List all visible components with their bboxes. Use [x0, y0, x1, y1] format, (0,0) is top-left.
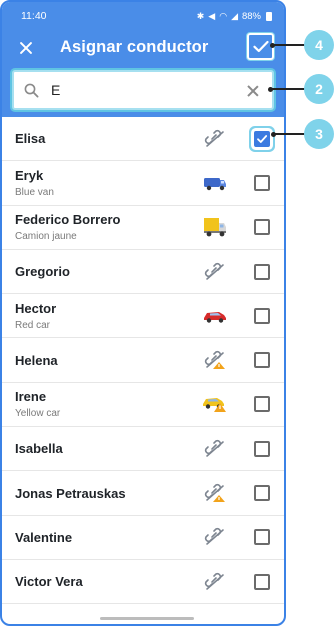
driver-checkbox[interactable]: [254, 219, 270, 236]
mute-icon: ◀: [208, 10, 216, 21]
driver-row[interactable]: Gregorio: [2, 250, 284, 295]
link-off-warning-icon: [202, 483, 228, 503]
driver-text: Elisa: [15, 131, 45, 146]
driver-text: Gregorio: [15, 264, 70, 279]
phone-frame: 11:40 ✱ ◀ ◠ ◢ 88% Asignar conductor E El…: [0, 0, 286, 626]
driver-row[interactable]: Valentine: [2, 516, 284, 560]
driver-checkbox[interactable]: [254, 396, 270, 413]
clear-search-icon[interactable]: [246, 84, 260, 98]
driver-text: Hector Red car: [15, 301, 56, 331]
driver-row[interactable]: Jonas Petrauskas: [2, 471, 284, 516]
driver-checkbox[interactable]: [254, 174, 270, 191]
driver-text: Helena: [15, 353, 58, 368]
driver-row[interactable]: Federico Borrero Camion jaune: [2, 206, 284, 250]
driver-text: Jonas Petrauskas: [15, 486, 126, 501]
driver-name: Eryk: [15, 167, 44, 183]
callout-leader-dot-3: [271, 131, 276, 137]
status-bar: 11:40 ✱ ◀ ◠ ◢ 88%: [2, 2, 284, 30]
yellow-truck-icon: [202, 217, 228, 237]
driver-name: Elisa: [15, 131, 46, 147]
callout-leader-dot-2: [268, 86, 273, 92]
driver-name: Victor Vera: [15, 574, 83, 590]
status-time: 11:40: [21, 10, 47, 22]
search-input[interactable]: [51, 82, 221, 98]
driver-row[interactable]: Helena: [2, 338, 284, 383]
link-off-icon: [202, 129, 228, 149]
driver-name: Jonas Petrauskas: [15, 485, 126, 501]
driver-name: Hector: [15, 300, 57, 316]
driver-list: Elisa Eryk Blue van Federico Borrero Camion …: [2, 117, 284, 605]
vehicle-name: Yellow car: [15, 408, 61, 420]
close-icon[interactable]: [18, 40, 34, 56]
search-icon: [24, 83, 39, 97]
vehicle-name: Camion jaune: [15, 231, 77, 243]
driver-text: Eryk Blue van: [15, 168, 54, 198]
callout-leader-4: [272, 44, 306, 46]
driver-checkbox[interactable]: [254, 263, 270, 280]
battery-icon: [266, 11, 272, 21]
callout-leader-3: [273, 133, 306, 135]
callout-4: 4: [304, 30, 334, 60]
status-icons: ✱ ◀ ◠ ◢ 88%: [197, 11, 272, 22]
vehicle-name: Red car: [15, 319, 51, 331]
app-bar: Asignar conductor: [2, 30, 284, 65]
driver-name: Gregorio: [15, 264, 70, 280]
driver-name: Irene: [15, 389, 47, 405]
callout-3: 3: [304, 119, 334, 149]
driver-text: Victor Vera: [15, 574, 83, 589]
home-indicator[interactable]: [100, 617, 194, 620]
red-car-icon: [202, 306, 228, 326]
wifi-icon: ◠: [219, 10, 228, 21]
driver-row[interactable]: Victor Vera: [2, 560, 284, 605]
driver-row[interactable]: Elisa: [2, 117, 284, 162]
link-off-warning-icon: [202, 350, 228, 370]
driver-row[interactable]: Hector Red car: [2, 294, 284, 339]
link-off-icon: [202, 262, 228, 282]
check-icon: [252, 40, 269, 53]
driver-row[interactable]: Irene Yellow car: [2, 383, 284, 428]
callout-leader-dot-4: [270, 42, 275, 48]
driver-name: Valentine: [15, 529, 73, 545]
driver-checkbox[interactable]: [254, 307, 270, 324]
driver-text: Valentine: [15, 530, 72, 545]
search-box[interactable]: [12, 70, 274, 110]
link-off-icon: [202, 527, 228, 547]
driver-text: Irene Yellow car: [15, 389, 60, 419]
signal-icon: ◢: [231, 10, 238, 21]
link-off-icon: [202, 572, 228, 592]
driver-name: Isabella: [15, 441, 63, 457]
driver-checkbox[interactable]: [254, 440, 270, 457]
search-bar-container: [2, 65, 284, 117]
driver-text: Isabella: [15, 441, 63, 456]
driver-text: Federico Borrero Camion jaune: [15, 212, 120, 242]
page-title: Asignar conductor: [60, 38, 209, 56]
driver-name: Helena: [15, 352, 58, 368]
callout-2: 2: [304, 74, 334, 104]
driver-name: Federico Borrero: [15, 212, 121, 228]
driver-checkbox[interactable]: [254, 352, 270, 369]
blue-van-icon: [202, 173, 228, 193]
driver-checkbox[interactable]: [254, 130, 270, 147]
checkmark-icon: [257, 134, 268, 143]
vehicle-name: Blue van: [15, 186, 54, 198]
driver-checkbox[interactable]: [254, 529, 270, 546]
driver-row[interactable]: Eryk Blue van: [2, 161, 284, 206]
driver-checkbox[interactable]: [254, 573, 270, 590]
link-off-icon: [202, 439, 228, 459]
yellow-car-warning-icon: [202, 394, 228, 414]
bluetooth-icon: ✱: [196, 10, 205, 21]
driver-checkbox[interactable]: [254, 485, 270, 502]
callout-leader-2: [270, 88, 306, 90]
driver-row[interactable]: Isabella: [2, 427, 284, 472]
battery-percent: 88%: [241, 10, 261, 22]
